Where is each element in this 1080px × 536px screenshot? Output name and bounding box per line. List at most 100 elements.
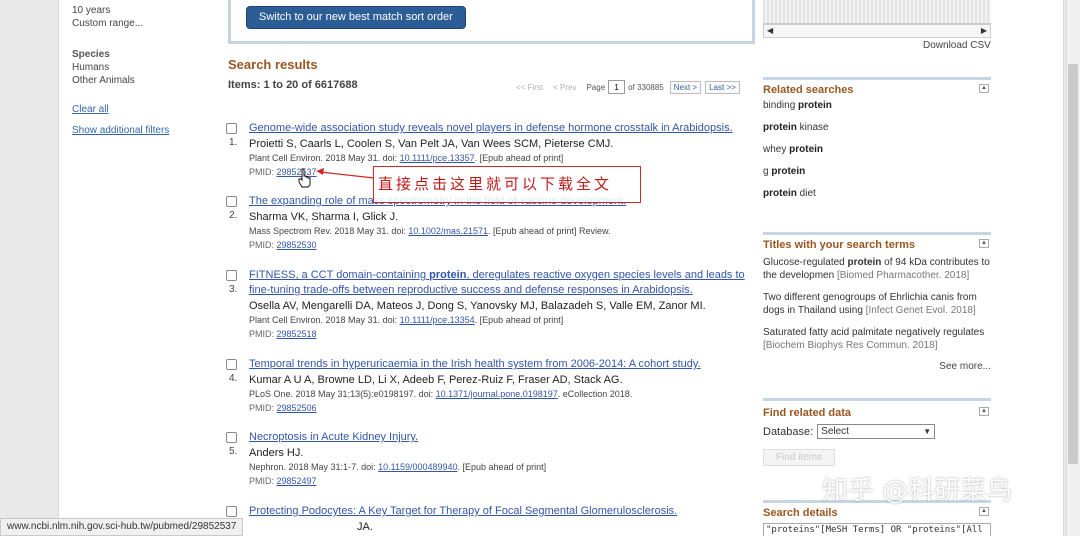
filter-10-years[interactable]: 10 years	[72, 4, 212, 17]
citation-tail: . [Epub ahead of print] Review.	[487, 226, 611, 236]
download-csv-link[interactable]: Download CSV	[923, 40, 991, 51]
timeline-slider[interactable]: ◀ ▶	[763, 24, 991, 38]
pager: << First < Prev Page of 330885 Next > La…	[516, 80, 740, 94]
find-related-data-panel: Find related data ▲ Database: Select ▼ Fi…	[763, 398, 991, 466]
result-title-link[interactable]: FITNESS, a CCT domain-containing protein…	[249, 268, 754, 298]
term-text: binding	[763, 100, 799, 111]
pmid-link[interactable]: 29852530	[277, 240, 317, 250]
collapse-toggle-icon[interactable]: ▲	[979, 239, 989, 248]
result-citation: Mass Spectrom Rev. 2018 May 31. doi: 10.…	[249, 225, 754, 238]
related-search-item[interactable]: protein kinase	[763, 121, 991, 134]
citation-text: Nephron. 2018 May 31:1-7. doi:	[249, 462, 379, 472]
species-heading: Species	[72, 49, 110, 60]
slider-right-arrow-icon[interactable]: ▶	[981, 26, 987, 35]
title-source: [Biomed Pharmacother. 2018]	[834, 270, 970, 281]
search-details-query[interactable]: "proteins"[MeSH Terms] OR "proteins"[All	[763, 523, 991, 536]
term-highlight: protein	[763, 122, 797, 133]
watermark: 知乎 @科研菜鸟	[822, 476, 1013, 506]
result-authors: JA.	[357, 521, 373, 533]
result-checkbox[interactable]	[226, 359, 237, 370]
related-searches-panel: Related searches ▲ binding protein prote…	[763, 77, 991, 209]
pmid-label: PMID:	[249, 240, 277, 250]
search-results-heading: Search results	[228, 57, 318, 72]
best-match-sort-button[interactable]: Switch to our new best match sort order	[246, 6, 466, 29]
collapse-toggle-icon[interactable]: ▲	[979, 507, 989, 516]
filter-other-animals[interactable]: Other Animals	[72, 74, 212, 87]
page-label: Page	[586, 82, 606, 92]
doi-link[interactable]: 10.1159/000489940	[378, 462, 457, 472]
result-citation: Nephron. 2018 May 31:1-7. doi: 10.1159/0…	[249, 461, 754, 474]
result-checkbox[interactable]	[226, 432, 237, 443]
filters-sidebar: 10 years Custom range... Species Humans …	[72, 0, 212, 136]
sort-notice-box: Switch to our new best match sort order	[228, 0, 755, 44]
show-additional-filters-link[interactable]: Show additional filters	[72, 125, 212, 136]
related-search-item[interactable]: binding protein	[763, 99, 991, 112]
page-number-input[interactable]	[608, 80, 626, 94]
scrollbar[interactable]	[1066, 0, 1080, 536]
first-page-link[interactable]: << First	[516, 83, 543, 92]
page-total: of 330885	[628, 82, 664, 92]
term-text: kinase	[796, 122, 829, 133]
title-search-item[interactable]: Two different genogroups of Ehrlichia ca…	[763, 291, 991, 317]
collapse-toggle-icon[interactable]: ▲	[979, 84, 989, 93]
last-page-button[interactable]: Last >>	[705, 80, 740, 94]
result-checkbox[interactable]	[226, 506, 237, 517]
database-select[interactable]: Select ▼	[817, 424, 936, 439]
title-highlight: protein	[429, 269, 467, 281]
title-source: [Biochem Biophys Res Commun. 2018]	[763, 340, 938, 351]
result-checkbox[interactable]	[226, 123, 237, 134]
doi-link[interactable]: 10.1002/mas.21571	[408, 226, 488, 236]
result-authors: Osella AV, Mengarelli DA, Mateos J, Dong…	[249, 300, 706, 312]
database-label: Database:	[763, 425, 814, 438]
result-number: 1.	[229, 137, 238, 148]
related-search-item[interactable]: g protein	[763, 165, 991, 178]
citation-tail: . [Epub ahead of print]	[457, 462, 547, 472]
term-text: diet	[796, 188, 816, 199]
title-search-item[interactable]: Saturated fatty acid palmitate negativel…	[763, 326, 991, 352]
pmid-link[interactable]: 29852497	[277, 476, 317, 486]
related-searches-heading: Related searches	[763, 84, 854, 96]
result-authors: Proietti S, Caarls L, Coolen S, Van Pelt…	[249, 138, 614, 150]
result-authors: Kumar A U A, Browne LD, Li X, Adeeb F, P…	[249, 374, 623, 386]
result-title-link[interactable]: Temporal trends in hyperuricaemia in the…	[249, 357, 754, 372]
title-highlight: protein	[847, 257, 882, 268]
result-title-link[interactable]: Protecting Podocytes: A Key Target for T…	[249, 504, 754, 519]
citation-text: PLoS One. 2018 May 31;13(5):e0198197. do…	[249, 389, 436, 399]
see-more-link[interactable]: See more...	[763, 361, 991, 372]
prev-page-link[interactable]: < Prev	[553, 83, 576, 92]
doi-link[interactable]: 10.1111/pce.13357	[400, 153, 475, 163]
doi-link[interactable]: 10.1111/pce.13354	[400, 315, 475, 325]
annotation-callout: 直接点击这里就可以下载全文	[373, 166, 641, 203]
result-title-link[interactable]: Genome-wide association study reveals no…	[249, 121, 754, 136]
result-pmid: PMID: 29852497	[249, 475, 754, 488]
pmid-label: PMID:	[249, 167, 277, 177]
result-title-link[interactable]: Necroptosis in Acute Kidney Injury.	[249, 430, 754, 445]
term-text: whey	[763, 144, 790, 155]
clear-all-link[interactable]: Clear all	[72, 104, 212, 115]
pmid-label: PMID:	[249, 476, 277, 486]
result-number: 5.	[229, 446, 238, 457]
related-search-item[interactable]: whey protein	[763, 143, 991, 156]
filter-custom-range[interactable]: Custom range...	[72, 17, 212, 30]
slider-left-arrow-icon[interactable]: ◀	[767, 26, 773, 35]
title-search-item[interactable]: Glucose-regulated protein of 94 kDa cont…	[763, 256, 991, 282]
doi-link[interactable]: 10.1371/journal.pone.0198197	[436, 389, 558, 399]
collapse-toggle-icon[interactable]: ▲	[979, 407, 989, 416]
find-items-button[interactable]: Find items	[763, 449, 835, 466]
related-search-item[interactable]: protein diet	[763, 187, 991, 200]
result-checkbox[interactable]	[226, 270, 237, 281]
pmid-label: PMID:	[249, 403, 277, 413]
result-citation: Plant Cell Environ. 2018 May 31. doi: 10…	[249, 314, 754, 327]
red-arrow-icon	[316, 168, 375, 179]
title-part: FITNESS, a CCT domain-containing	[249, 269, 430, 281]
scrollbar-thumb[interactable]	[1068, 64, 1078, 464]
result-authors: Sharma VK, Sharma I, Glick J.	[249, 211, 399, 223]
citation-tail: . [Epub ahead of print]	[474, 153, 564, 163]
term-highlight: protein	[798, 100, 832, 111]
chevron-down-icon: ▼	[923, 427, 932, 436]
pmid-link[interactable]: 29852506	[277, 403, 317, 413]
filter-humans[interactable]: Humans	[72, 61, 212, 74]
next-page-button[interactable]: Next >	[669, 80, 702, 94]
result-checkbox[interactable]	[226, 196, 237, 207]
pmid-link[interactable]: 29852518	[277, 329, 317, 339]
